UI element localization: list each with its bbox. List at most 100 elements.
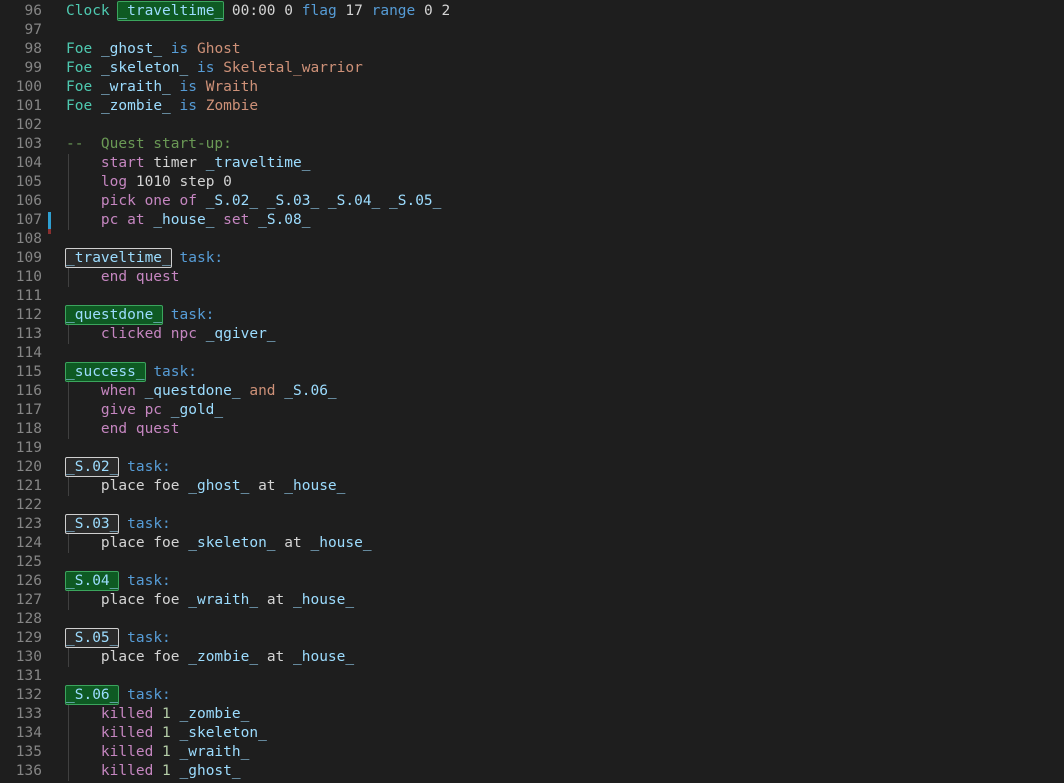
code-line[interactable]: 121 place foe _ghost_ at _house_ [0, 477, 1064, 496]
code-line-content[interactable]: place foe _ghost_ at _house_ [66, 477, 345, 496]
code-line[interactable]: 125 [0, 553, 1064, 572]
code-line-content[interactable]: Foe _ghost_ is Ghost [66, 40, 241, 59]
code-line[interactable]: 131 [0, 667, 1064, 686]
code-line[interactable]: 110 end quest [0, 268, 1064, 287]
code-line-content[interactable]: place foe _skeleton_ at _house_ [66, 534, 372, 553]
code-line[interactable]: 118 end quest [0, 420, 1064, 439]
line-number: 131 [15, 668, 42, 684]
code-line-content[interactable]: start timer _traveltime_ [66, 154, 311, 173]
line-number: 101 [15, 98, 42, 114]
code-line[interactable]: 120 _S.02_ task: [0, 457, 1064, 477]
code-line[interactable]: 122 [0, 496, 1064, 515]
code-line-content[interactable]: _S.06_ task: [64, 685, 171, 705]
code-line[interactable]: 129 _S.05_ task: [0, 628, 1064, 648]
code-line[interactable]: 116 when _questdone_ and _S.06_ [0, 382, 1064, 401]
code-line[interactable]: 111 [0, 287, 1064, 306]
symbol-highlight[interactable]: _questdone_ [64, 305, 164, 325]
code-line-content[interactable]: end quest [66, 268, 180, 287]
code-line-content[interactable]: end quest [66, 420, 180, 439]
symbol-highlight[interactable]: _S.06_ [64, 685, 120, 705]
code-line-content[interactable]: log 1010 step 0 [66, 173, 232, 192]
code-line-content[interactable]: _S.04_ task: [64, 571, 171, 591]
symbol-highlight[interactable]: _traveltime_ [117, 1, 225, 21]
code-line-content[interactable]: Foe _wraith_ is Wraith [66, 78, 258, 97]
symbol-highlight[interactable]: _traveltime_ [65, 248, 172, 268]
code-line-content[interactable]: clicked npc _qgiver_ [66, 325, 276, 344]
code-line-content[interactable]: -- Quest start-up: [66, 135, 232, 154]
symbol-highlight[interactable]: _S.02_ [64, 457, 120, 477]
code-editor-viewport[interactable]: 96 Clock _traveltime_ 00:00 0 flag 17 ran… [0, 0, 1064, 783]
code-line[interactable]: 117 give pc _gold_ [0, 401, 1064, 420]
code-line[interactable]: 124 place foe _skeleton_ at _house_ [0, 534, 1064, 553]
code-line-content[interactable]: _S.05_ task: [64, 628, 171, 648]
code-line-content[interactable]: give pc _gold_ [66, 401, 223, 420]
code-line-content[interactable]: _questdone_ task: [64, 305, 215, 325]
line-number: 118 [15, 421, 42, 437]
code-line[interactable]: 114 [0, 344, 1064, 363]
code-line-content[interactable]: _S.02_ task: [64, 457, 171, 477]
code-line[interactable]: 104 start timer _traveltime_ [0, 154, 1064, 173]
code-line-content[interactable]: killed 1 _ghost_ [66, 762, 241, 781]
code-line[interactable]: 113 clicked npc _qgiver_ [0, 325, 1064, 344]
code-line[interactable]: 106 pick one of _S.02_ _S.03_ _S.04_ _S.… [0, 192, 1064, 211]
code-line-content[interactable]: killed 1 _zombie_ [66, 705, 249, 724]
code-line[interactable]: 105 log 1010 step 0 [0, 173, 1064, 192]
code-line[interactable]: 135 killed 1 _wraith_ [0, 743, 1064, 762]
code-line[interactable]: 115 _success_ task: [0, 362, 1064, 382]
code-line[interactable]: 133 killed 1 _zombie_ [0, 705, 1064, 724]
code-line[interactable]: 123 _S.03_ task: [0, 514, 1064, 534]
code-token: at [266, 649, 285, 665]
code-line[interactable]: 97 [0, 21, 1064, 40]
code-line[interactable]: 130 place foe _zombie_ at _house_ [0, 648, 1064, 667]
code-line-content[interactable]: killed 1 _skeleton_ [66, 724, 267, 743]
code-line[interactable]: 128 [0, 610, 1064, 629]
code-token: 1 [162, 744, 171, 760]
code-line[interactable]: 126 _S.04_ task: [0, 571, 1064, 591]
line-number: 123 [15, 516, 42, 532]
symbol-highlight[interactable]: _S.03_ [64, 514, 120, 534]
code-line-content[interactable]: Foe _skeleton_ is Skeletal_warrior [66, 59, 363, 78]
code-token: pick one of [100, 193, 197, 209]
code-line[interactable]: 103 -- Quest start-up: [0, 135, 1064, 154]
code-line-content[interactable]: when _questdone_ and _S.06_ [66, 382, 337, 401]
code-line-content[interactable]: place foe _zombie_ at _house_ [66, 648, 354, 667]
code-line[interactable]: 134 killed 1 _skeleton_ [0, 724, 1064, 743]
code-line[interactable]: 132 _S.06_ task: [0, 685, 1064, 705]
code-line[interactable]: 136 killed 1 _ghost_ [0, 762, 1064, 781]
code-line[interactable]: 112 _questdone_ task: [0, 305, 1064, 325]
code-line[interactable]: 119 [0, 439, 1064, 458]
code-line-content[interactable]: Foe _zombie_ is Zombie [66, 97, 258, 116]
line-number: 109 [15, 250, 42, 266]
symbol-highlight[interactable]: _success_ [65, 362, 146, 382]
code-line[interactable]: 107 pc at _house_ set _S.08_ [0, 211, 1064, 234]
code-line[interactable]: 109 _traveltime_ task: [0, 248, 1064, 268]
code-line-content[interactable]: killed 1 _wraith_ [66, 743, 249, 762]
code-token: -- Quest start-up: [66, 136, 232, 152]
line-number: 132 [15, 687, 42, 703]
symbol-highlight[interactable]: _S.05_ [64, 628, 120, 648]
code-line[interactable]: 108 [0, 230, 1064, 249]
code-line-content[interactable]: pc at _house_ set _S.08_ [66, 211, 311, 230]
code-token: task: [170, 307, 215, 323]
symbol-highlight[interactable]: _S.04_ [64, 571, 120, 591]
code-line[interactable]: 100 Foe _wraith_ is Wraith [0, 78, 1064, 97]
code-line-content[interactable]: Clock _traveltime_ 00:00 0 flag 17 range… [66, 1, 450, 21]
code-line-content[interactable]: _success_ task: [65, 362, 197, 382]
code-line-content[interactable]: place foe _wraith_ at _house_ [66, 591, 354, 610]
code-line-content[interactable]: pick one of _S.02_ _S.03_ _S.04_ _S.05_ [66, 192, 441, 211]
code-line-content[interactable]: _traveltime_ task: [65, 248, 223, 268]
code-line[interactable]: 98 Foe _ghost_ is Ghost [0, 40, 1064, 59]
code-line-content[interactable]: _S.03_ task: [64, 514, 171, 534]
code-line[interactable]: 101 Foe _zombie_ is Zombie [0, 97, 1064, 116]
code-line[interactable]: 127 place foe _wraith_ at _house_ [0, 591, 1064, 610]
line-number: 107 [15, 212, 42, 228]
code-line[interactable]: 99 Foe _skeleton_ is Skeletal_warrior [0, 59, 1064, 78]
code-line[interactable]: 96 Clock _traveltime_ 00:00 0 flag 17 ran… [0, 1, 1064, 21]
code-line[interactable]: 102 [0, 116, 1064, 135]
